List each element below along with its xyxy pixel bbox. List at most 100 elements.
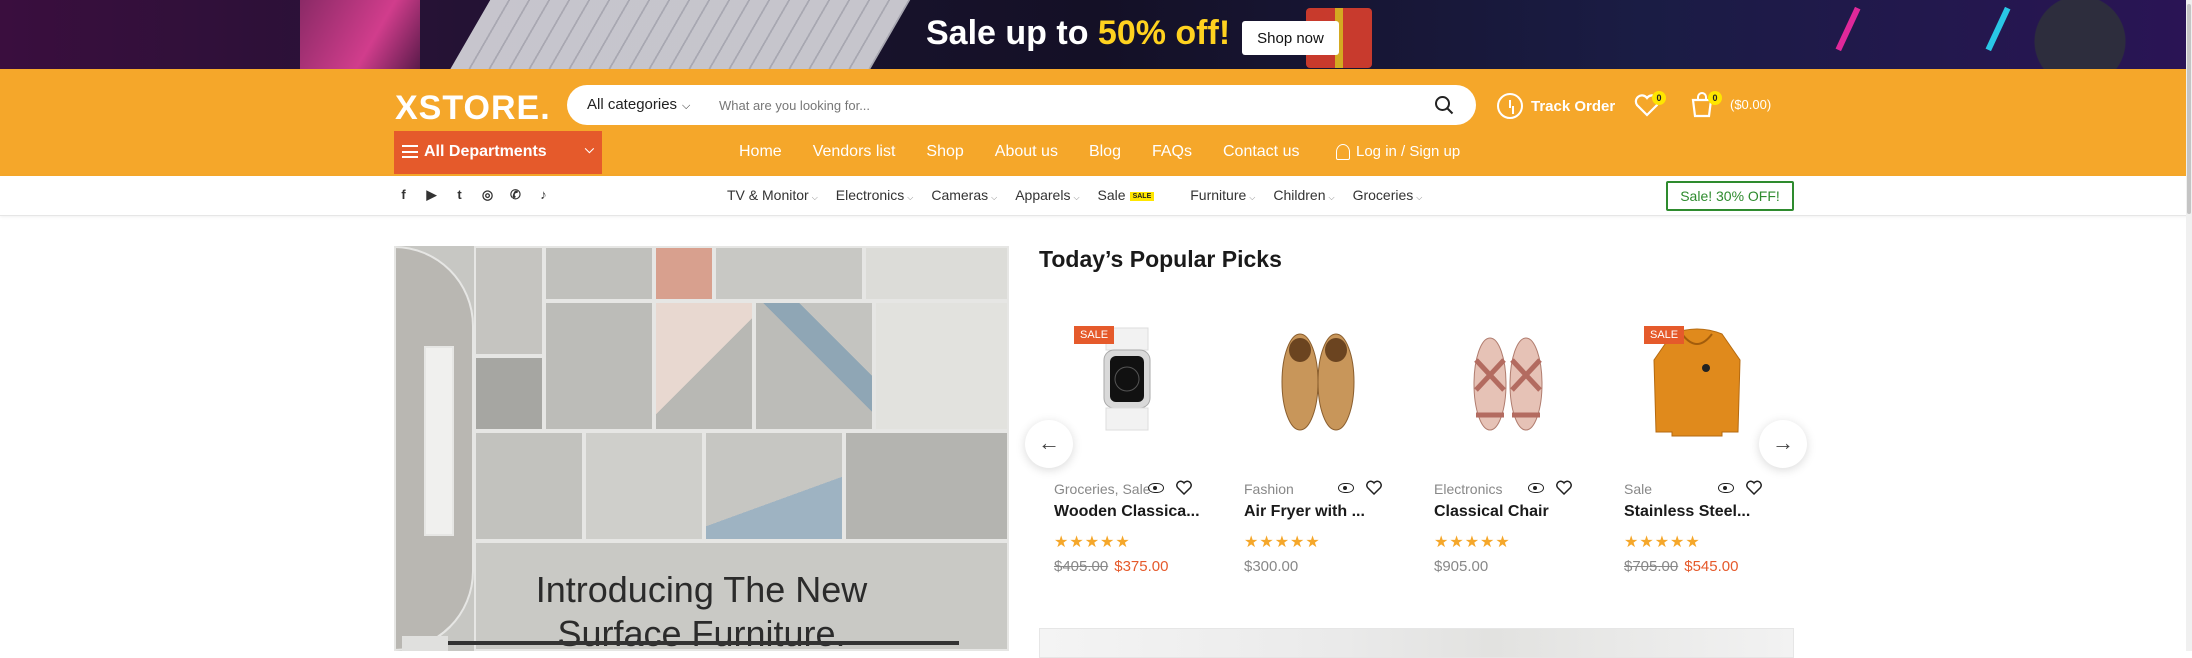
search-bar: All categories ⌵ <box>567 85 1476 125</box>
youtube-icon[interactable]: ▶ <box>424 187 439 202</box>
product-image[interactable]: SALE <box>1610 320 1785 455</box>
search-input[interactable] <box>719 93 1419 117</box>
product-card[interactable]: Electronics Classical Chair ★★★★★ $905.0… <box>1420 320 1595 575</box>
product-category[interactable]: Groceries, Sale <box>1054 481 1150 497</box>
product-category[interactable]: Fashion <box>1244 481 1294 497</box>
nav-about-us[interactable]: About us <box>995 143 1058 161</box>
promo-banner-secondary[interactable] <box>1039 628 1794 658</box>
nav-shop[interactable]: Shop <box>926 143 963 161</box>
arrow-left-icon[interactable]: ‹ <box>402 636 448 651</box>
section-title: Today’s Popular Picks <box>1039 246 1282 272</box>
cart-total[interactable]: ($0.00) <box>1730 97 1771 112</box>
hero-image <box>844 431 1009 541</box>
promo-title-highlight: 50% off! <box>1097 14 1231 52</box>
nav-blog[interactable]: Blog <box>1089 143 1121 161</box>
heart-icon[interactable] <box>1176 480 1192 495</box>
product-category[interactable]: Electronics <box>1434 481 1502 497</box>
shop-now-button[interactable]: Shop now <box>1242 21 1339 55</box>
heart-icon[interactable] <box>1366 480 1382 495</box>
scrollbar-thumb[interactable] <box>2187 4 2191 214</box>
facebook-icon[interactable]: f <box>396 187 411 202</box>
promo-banner[interactable]: Sale up to 50% off! Shop now <box>0 0 2192 69</box>
tiktok-icon[interactable]: ♪ <box>536 187 551 202</box>
product-old-price: $405.00 <box>1054 558 1109 575</box>
login-label: Log in / Sign up <box>1356 143 1461 160</box>
nav-contact-us[interactable]: Contact us <box>1223 143 1299 161</box>
hero-heading-line1: Introducing The New <box>535 569 868 610</box>
eye-icon[interactable] <box>1148 483 1164 493</box>
cat-groceries[interactable]: Groceries ⌵ <box>1353 187 1423 203</box>
heart-icon[interactable] <box>1746 480 1762 495</box>
product-image[interactable] <box>1230 320 1405 455</box>
carousel-next-button[interactable]: → <box>1759 420 1807 468</box>
category-select[interactable]: All categories ⌵ <box>587 96 690 113</box>
cat-apparels[interactable]: Apparels ⌵ <box>1015 187 1079 203</box>
chevron-down-icon: ⌵ <box>1328 193 1335 202</box>
product-price-value: $300.00 <box>1244 558 1299 575</box>
cat-electronics[interactable]: Electronics ⌵ <box>836 187 914 203</box>
laptop-image <box>444 0 916 69</box>
cat-sale[interactable]: Sale SALE <box>1098 187 1173 203</box>
product-rating: ★★★★★ <box>1624 534 1701 551</box>
product-category[interactable]: Sale <box>1624 481 1652 497</box>
cat-tv-monitor[interactable]: TV & Monitor ⌵ <box>727 187 818 203</box>
product-price: $705.00 $545.00 <box>1624 558 1738 575</box>
hero-slider[interactable]: Introducing The NewSurface Furniture. ‹ … <box>394 246 1009 651</box>
eye-icon[interactable] <box>1718 483 1734 493</box>
product-image[interactable] <box>1420 320 1595 455</box>
cat-furniture[interactable]: Furniture ⌵ <box>1190 187 1255 203</box>
product-name[interactable]: Air Fryer with ... <box>1244 503 1365 521</box>
cat-label: Furniture <box>1190 187 1247 203</box>
category-select-label: All categories <box>587 96 678 113</box>
search-icon[interactable] <box>1434 95 1454 115</box>
product-rating: ★★★★★ <box>1434 534 1511 551</box>
cat-label: TV & Monitor <box>727 187 809 203</box>
cat-children[interactable]: Children ⌵ <box>1273 187 1334 203</box>
chevron-down-icon: ⌵ <box>991 193 998 202</box>
promo-title-text: Sale up to <box>926 14 1098 52</box>
product-card[interactable]: SALE Sale Stainless Steel... ★★★★★ $705.… <box>1610 320 1785 575</box>
product-price: $300.00 <box>1244 558 1298 575</box>
eye-icon[interactable] <box>1528 483 1544 493</box>
all-departments-button[interactable]: All Departments ⌵ <box>394 131 602 174</box>
hero-heading-line2: Surface Furniture. <box>557 613 846 651</box>
nav-home[interactable]: Home <box>739 143 782 161</box>
instagram-icon[interactable]: ◎ <box>480 187 495 202</box>
product-name[interactable]: Classical Chair <box>1434 503 1549 521</box>
heart-icon[interactable] <box>1556 480 1572 495</box>
hero-image <box>474 431 584 541</box>
product-price: $905.00 <box>1434 558 1488 575</box>
cat-label: Groceries <box>1352 187 1414 203</box>
hero-image <box>704 431 844 541</box>
product-card[interactable]: Fashion Air Fryer with ... ★★★★★ $300.00 <box>1230 320 1405 575</box>
sale-badge: SALE <box>1129 192 1155 201</box>
cart-count-badge: 0 <box>1708 91 1722 105</box>
site-logo[interactable]: XSTORE. <box>395 89 551 128</box>
carousel-prev-button[interactable]: ← <box>1025 420 1073 468</box>
product-name[interactable]: Stainless Steel... <box>1624 503 1750 521</box>
hero-image <box>874 301 1009 431</box>
track-order-label: Track Order <box>1531 97 1616 115</box>
login-link[interactable]: Log in / Sign up <box>1336 143 1460 160</box>
nav-vendors-list[interactable]: Vendors list <box>813 143 896 161</box>
hero-image <box>424 346 454 536</box>
main-navigation: Home Vendors list Shop About us Blog FAQ… <box>739 143 1330 161</box>
track-order-link[interactable]: Track Order <box>1497 93 1615 119</box>
twitter-icon[interactable]: t <box>452 187 467 202</box>
arrow-right-icon[interactable]: › <box>963 636 1009 651</box>
product-name[interactable]: Wooden Classica... <box>1054 503 1200 521</box>
sale-badge: SALE <box>1644 326 1685 344</box>
whatsapp-icon[interactable]: ✆ <box>508 187 523 202</box>
product-old-price: $705.00 <box>1624 558 1679 575</box>
sale-30-off-button[interactable]: Sale! 30% OFF! <box>1666 181 1794 211</box>
cat-label: Apparels <box>1015 187 1071 203</box>
sale-badge: SALE <box>1074 326 1115 344</box>
hero-image <box>474 356 544 431</box>
chevron-down-icon: ⌵ <box>907 193 914 202</box>
chevron-down-icon: ⌵ <box>1416 193 1423 202</box>
page-scrollbar[interactable] <box>2186 0 2192 651</box>
eye-icon[interactable] <box>1338 483 1354 493</box>
promo-title: Sale up to 50% off! <box>926 14 1230 53</box>
cat-cameras[interactable]: Cameras ⌵ <box>931 187 997 203</box>
nav-faqs[interactable]: FAQs <box>1152 143 1192 161</box>
